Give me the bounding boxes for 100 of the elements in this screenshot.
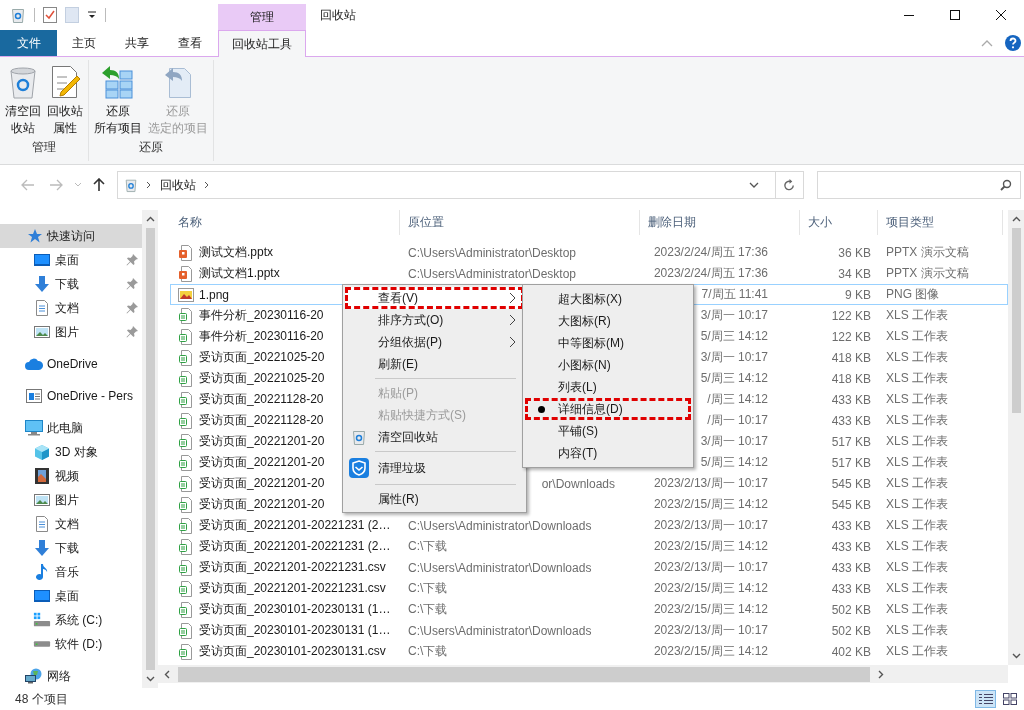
table-cell: C:\下载 [408,643,448,660]
search-field[interactable] [817,171,1021,199]
file-name[interactable]: 受访页面_20221201-20 [199,433,325,450]
menu-item[interactable]: 内容(T) [525,442,691,464]
menu-item[interactable]: 小图标(N) [525,354,691,376]
recycle-bin-icon[interactable] [10,7,26,23]
scrollbar[interactable] [142,210,158,688]
menu-item[interactable]: 列表(L) [525,376,691,398]
scroll-thumb[interactable] [178,666,870,682]
ribbon-tab[interactable]: 回收站工具 [218,30,306,57]
column-header[interactable]: 项目类型 [878,210,1003,235]
nav-item[interactable]: 音乐 [0,560,142,584]
scrollbar[interactable] [1008,210,1024,665]
file-name[interactable]: 受访页面_20221201-20 [199,475,325,492]
file-name[interactable]: 受访页面_20221201-20 [199,454,325,471]
nav-item[interactable]: OneDrive [0,352,142,376]
nav-item[interactable]: 文档 [0,512,142,536]
scroll-up-icon[interactable] [145,216,155,222]
nav-item[interactable]: OneDrive - Pers [0,384,142,408]
ribbon-button[interactable]: 清空回 收站 [3,60,43,139]
nav-item[interactable]: 图片 [0,320,142,344]
menu-item[interactable]: 属性(R) [345,488,524,510]
spreadsheet-file-icon [179,454,193,471]
scroll-up-icon[interactable] [1011,216,1021,222]
collapse-ribbon-icon[interactable] [981,39,993,47]
file-name[interactable]: 受访页面_20221201-20221231.csv [199,580,386,597]
file-name[interactable]: 受访页面_20221201-20221231.csv [199,559,386,576]
file-name[interactable]: 事件分析_20230116-20 [199,307,324,324]
file-name[interactable]: 受访页面_20221128-20 [199,412,324,429]
file-name[interactable]: 受访页面_20230101-20230131 (1… [199,601,391,618]
nav-item[interactable]: 图片 [0,488,142,512]
nav-item[interactable]: 网络 [0,664,142,688]
menu-item[interactable]: 刷新(E) [345,353,524,375]
ribbon-tab[interactable]: 主页 [57,30,110,56]
menu-item[interactable]: 查看(V) [345,287,524,309]
nav-item[interactable]: 视频 [0,464,142,488]
forward-icon[interactable] [49,179,63,191]
column-header[interactable]: 大小 [800,210,878,235]
recent-locations-icon[interactable] [74,182,82,188]
file-name[interactable]: 受访页面_20221025-20 [199,370,325,387]
column-header[interactable]: 原位置 [400,210,640,235]
nav-item[interactable]: 桌面 [0,584,142,608]
nav-item[interactable]: 桌面 [0,248,142,272]
ribbon-button[interactable]: 还原 所有项目 [92,60,144,139]
scroll-down-icon[interactable] [145,676,155,682]
file-name[interactable]: 受访页面_20230101-20230131.csv [199,643,386,660]
column-header[interactable]: 删除日期 [640,210,800,235]
nav-item[interactable]: 3D 对象 [0,440,142,464]
nav-item[interactable]: 快速访问 [0,224,142,248]
pin-icon[interactable] [126,326,138,338]
ribbon-button[interactable]: 回收站 属性 [45,60,85,139]
nav-item[interactable]: 下载 [0,536,142,560]
file-name[interactable]: 受访页面_20230101-20230131 (1… [199,622,391,639]
dropdown-icon[interactable] [749,182,759,188]
details-view-button[interactable] [975,690,996,708]
scroll-left-icon[interactable] [164,669,170,679]
menu-item[interactable]: 清理垃圾 [345,455,524,481]
menu-item[interactable]: 详细信息(D) [525,398,691,420]
pin-icon[interactable] [126,302,138,314]
table-cell-text: 2023/2/13/周一 10:17 [652,475,768,492]
menu-item[interactable]: 中等图标(M) [525,332,691,354]
nav-item[interactable]: 软件 (D:) [0,632,142,656]
pin-icon[interactable] [126,254,138,266]
file-name[interactable]: 受访页面_20221201-20221231 (2… [199,517,391,534]
menu-item[interactable]: 分组依据(P) [345,331,524,353]
nav-item[interactable]: 系统 (C:) [0,608,142,632]
breadcrumb[interactable]: 回收站 [160,176,196,194]
nav-item[interactable]: 下载 [0,272,142,296]
scroll-thumb[interactable] [1011,228,1021,413]
menu-item[interactable]: 排序方式(O) [345,309,524,331]
file-name[interactable]: 受访页面_20221128-20 [199,391,324,408]
file-name[interactable]: 测试文档1.pptx [199,265,280,282]
nav-item[interactable]: 此电脑 [0,416,142,440]
spreadsheet-file-icon [179,328,193,345]
ribbon-tab[interactable]: 共享 [110,30,163,56]
menu-item[interactable]: 大图标(R) [525,310,691,332]
file-name[interactable]: 受访页面_20221201-20221231 (2… [199,538,391,555]
address-bar[interactable]: 回收站 [117,171,804,199]
file-name[interactable]: 测试文档.pptx [199,244,273,261]
file-name[interactable]: 受访页面_20221201-20 [199,496,325,513]
file-name[interactable]: 1.png [199,287,230,302]
help-icon[interactable] [1005,35,1021,51]
table-cell: 433 KB [831,413,871,428]
menu-item[interactable]: 清空回收站 [345,426,524,448]
scrollbar[interactable] [158,665,1008,683]
ribbon-tab[interactable]: 文件 [0,30,57,56]
pin-icon[interactable] [126,278,138,290]
column-header[interactable]: 名称 [170,210,400,235]
file-name[interactable]: 事件分析_20230116-20 [199,328,324,345]
scroll-right-icon[interactable] [878,669,884,679]
scroll-down-icon[interactable] [1011,653,1021,659]
dropdown-icon[interactable] [87,10,97,20]
nav-item[interactable]: 文档 [0,296,142,320]
menu-item[interactable]: 平铺(S) [525,420,691,442]
file-name[interactable]: 受访页面_20221025-20 [199,349,325,366]
ribbon-tab[interactable]: 查看 [163,30,216,56]
up-icon[interactable] [93,178,105,192]
scroll-thumb[interactable] [145,228,155,670]
checklist-icon[interactable] [43,7,57,23]
back-icon[interactable] [21,179,35,191]
